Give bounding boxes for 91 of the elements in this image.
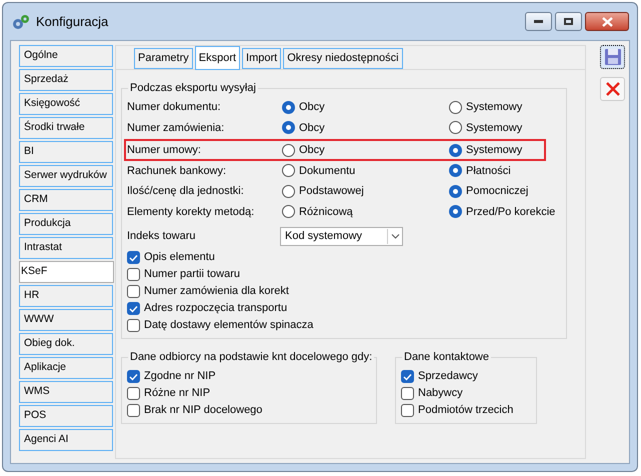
checkbox[interactable] <box>127 319 140 332</box>
row-label: Elementy korekty metodą: <box>127 204 256 220</box>
radio-label: Dokumentu <box>299 164 356 178</box>
checkbox[interactable] <box>401 387 414 400</box>
delete-button[interactable] <box>600 77 625 101</box>
radio-button[interactable] <box>282 184 295 198</box>
checkbox[interactable] <box>127 251 140 264</box>
maximize-button[interactable] <box>555 12 582 31</box>
radio-button[interactable] <box>282 121 295 134</box>
checkbox-label: Zgodne nr NIP <box>144 369 216 384</box>
checkbox-label: Sprzedawcy <box>418 369 478 384</box>
cross-icon <box>604 81 620 97</box>
radio-label: Systemowy <box>466 100 522 115</box>
radio-button[interactable] <box>282 144 295 157</box>
checkbox[interactable] <box>127 387 140 400</box>
radio-button[interactable] <box>449 100 462 114</box>
checkmark-icon <box>403 372 412 380</box>
checkbox-label: Opis elementu <box>144 250 215 266</box>
radio-button[interactable] <box>449 205 462 218</box>
sidebar-item[interactable]: Obieg dok. <box>19 333 113 355</box>
dropdown[interactable]: Kod systemowy <box>280 226 403 246</box>
radio-button[interactable] <box>449 184 462 198</box>
checkbox-label: Numer partii towaru <box>144 267 240 282</box>
close-button[interactable] <box>585 12 629 31</box>
tab[interactable]: Eksport <box>194 46 240 70</box>
row-label: Numer dokumentu: <box>127 100 222 115</box>
sidebar-item[interactable]: Produkcja <box>19 213 113 235</box>
field-label: Indeks towaru <box>127 228 196 244</box>
sidebar-item[interactable]: BI <box>19 141 113 163</box>
radio-label: Systemowy <box>466 143 522 158</box>
minimize-button[interactable] <box>525 12 552 31</box>
save-button[interactable] <box>600 45 625 69</box>
sidebar-item[interactable]: Ogólne <box>19 45 113 67</box>
checkmark-icon <box>129 372 138 380</box>
row-label: Rachunek bankowy: <box>127 164 228 178</box>
radio-label: Obcy <box>299 100 325 115</box>
gears-icon <box>11 12 31 30</box>
checkbox-label: Różne nr NIP <box>144 386 210 402</box>
sidebar-item[interactable]: Sprzedaż <box>19 69 113 91</box>
tab[interactable]: Okresy niedostępności <box>283 48 403 69</box>
radio-label: Obcy <box>299 120 325 136</box>
checkbox[interactable] <box>401 370 414 383</box>
sidebar-item[interactable]: Agenci AI <box>19 429 113 451</box>
row-label: Ilość/cenę dla jednostki: <box>127 184 245 199</box>
checkmark-icon <box>129 304 138 312</box>
sidebar-item[interactable]: Środki trwałe <box>19 117 113 139</box>
radio-button[interactable] <box>449 164 462 178</box>
checkbox[interactable] <box>127 404 140 417</box>
sidebar-item[interactable]: KSeF <box>19 261 114 283</box>
window-title: Konfiguracja <box>36 12 108 31</box>
radio-label: Systemowy <box>466 120 522 136</box>
checkbox[interactable] <box>127 285 140 298</box>
checkbox-label: Podmiotów trzecich <box>418 403 514 418</box>
sidebar-item[interactable]: CRM <box>19 189 113 211</box>
checkmark-icon <box>129 254 138 262</box>
tab[interactable]: Parametry <box>134 48 193 69</box>
checkbox[interactable] <box>401 404 414 417</box>
tab[interactable]: Import <box>242 48 282 69</box>
checkbox-label: Datę dostawy elementów spinacza <box>144 318 314 334</box>
sidebar-item[interactable]: Intrastat <box>19 237 113 259</box>
row-label: Numer umowy: <box>127 143 202 158</box>
row-label: Numer zamówienia: <box>127 120 226 136</box>
checkbox[interactable] <box>127 268 140 281</box>
radio-label: Podstawowej <box>299 184 364 199</box>
checkbox-label: Adres rozpoczęcia transportu <box>144 301 288 316</box>
checkbox-label: Brak nr NIP docelowego <box>144 403 262 418</box>
sidebar-item[interactable]: Aplikacje <box>19 357 113 379</box>
radio-button[interactable] <box>282 205 295 218</box>
radio-label: Obcy <box>299 143 325 158</box>
radio-button[interactable] <box>449 144 462 157</box>
sidebar-item[interactable]: HR <box>19 285 113 307</box>
sidebar-item[interactable]: WMS <box>19 381 113 403</box>
checkbox-label: Nabywcy <box>418 386 463 402</box>
radio-label: Pomocniczej <box>466 184 528 199</box>
group-title: Podczas eksportu wysyłaj <box>128 80 258 96</box>
checkbox-label: Numer zamówienia dla korekt <box>144 284 289 300</box>
checkbox[interactable] <box>127 370 140 383</box>
close-icon <box>602 16 612 26</box>
radio-button[interactable] <box>282 100 295 114</box>
sidebar-item[interactable]: Księgowość <box>19 93 113 115</box>
radio-button[interactable] <box>282 164 295 178</box>
radio-label: Przed/Po korekcie <box>466 204 556 220</box>
radio-label: Płatności <box>466 164 511 178</box>
chevron-down-icon <box>390 234 400 238</box>
sidebar-item[interactable]: POS <box>19 405 113 427</box>
checkbox[interactable] <box>127 302 140 315</box>
sidebar-item[interactable]: Serwer wydruków <box>19 165 113 187</box>
sidebar-item[interactable]: WWW <box>19 309 113 331</box>
group-title: Dane odbiorcy na podstawie knt docelowego gdy: <box>128 349 374 365</box>
radio-label: Różnicową <box>299 204 353 220</box>
radio-button[interactable] <box>449 121 462 134</box>
